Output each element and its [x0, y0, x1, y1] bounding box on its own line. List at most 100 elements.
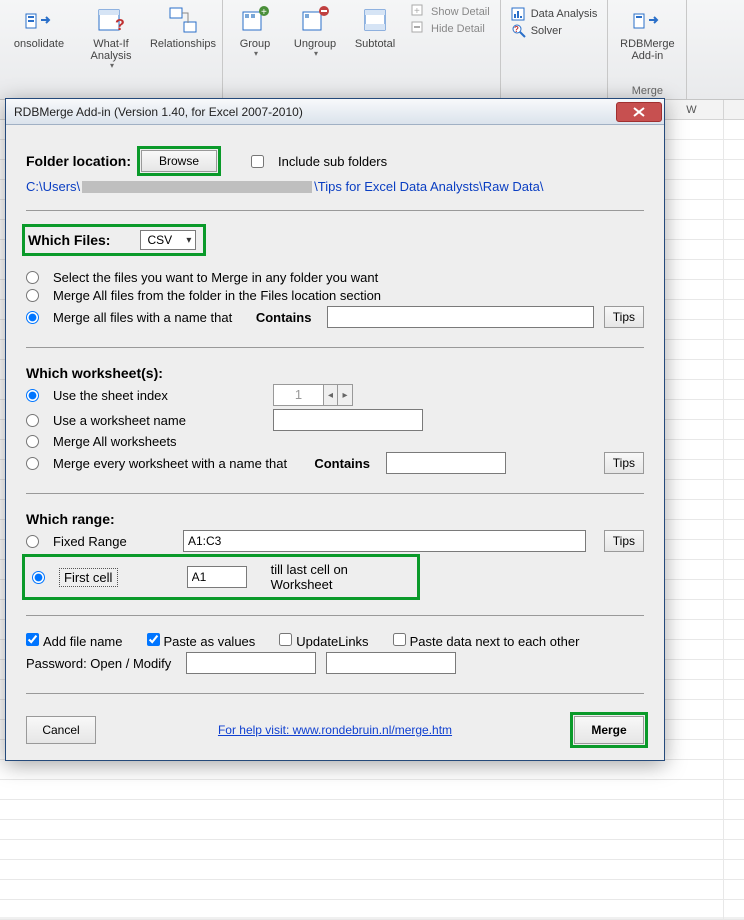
consolidate-button[interactable]: onsolidate [4, 2, 74, 52]
updatelinks-label: UpdateLinks [296, 634, 368, 649]
range-till-label: till last cell on Worksheet [271, 562, 410, 592]
titlebar[interactable]: RDBMerge Add-in (Version 1.40, for Excel… [6, 99, 664, 125]
range-firstcell-label: First cell [59, 568, 118, 587]
showdetail-label: Show Detail [431, 6, 490, 18]
ribbon-group-datatools: onsolidate ? What-If Analysis Relationsh… [0, 0, 223, 99]
dataanalysis-icon [511, 6, 527, 22]
minus-detail-icon [411, 21, 427, 37]
files-tips-button[interactable]: Tips [604, 306, 644, 328]
password-open-input[interactable] [186, 652, 316, 674]
group-icon: + [239, 4, 271, 36]
ws-contains-input[interactable] [386, 452, 506, 474]
consolidate-label: onsolidate [14, 38, 64, 50]
includesub-label: Include sub folders [278, 154, 387, 169]
files-contains-input[interactable] [327, 306, 593, 328]
dataanalysis-button[interactable]: Data Analysis [511, 6, 598, 22]
files-contains-label: Contains [256, 310, 312, 325]
solver-button[interactable]: ? Solver [511, 23, 598, 39]
stepper-left[interactable]: ◂ [324, 385, 338, 405]
group-label: Group [240, 38, 271, 50]
path-redacted [82, 181, 312, 193]
rdbmerge-icon [631, 4, 663, 36]
browse-button[interactable]: Browse [141, 150, 217, 172]
column-header-w[interactable]: W [660, 100, 724, 119]
addfile-checkbox[interactable] [26, 633, 39, 646]
range-radio-firstcell[interactable] [32, 571, 45, 584]
range-fixed-input[interactable] [183, 530, 586, 552]
dialog-title: RDBMerge Add-in (Version 1.40, for Excel… [14, 105, 616, 119]
updatelinks-checkbox[interactable] [279, 633, 292, 646]
ws-name-input[interactable] [273, 409, 423, 431]
hidedetail-button[interactable]: Hide Detail [411, 21, 490, 37]
help-link[interactable]: For help visit: www.rondebruin.nl/merge.… [218, 723, 452, 737]
ribbon-group-merge: RDBMerge Add-in Merge [608, 0, 687, 99]
ribbon-group-analysis: Data Analysis ? Solver [501, 0, 609, 99]
merge-group-label: Merge [632, 84, 663, 99]
ws-radio-all[interactable] [26, 435, 39, 448]
solver-icon: ? [511, 23, 527, 39]
path-prefix: C:\Users\ [26, 179, 80, 194]
subtotal-button[interactable]: Subtotal [347, 2, 403, 52]
sheet-index-value: 1 [274, 385, 324, 405]
cancel-button[interactable]: Cancel [26, 716, 96, 744]
whatif-button[interactable]: ? What-If Analysis [76, 2, 146, 73]
includesub-checkbox[interactable] [251, 155, 264, 168]
ws-radio-mergename[interactable] [26, 457, 39, 470]
showdetail-button[interactable]: + Show Detail [411, 4, 490, 20]
plus-detail-icon: + [411, 4, 427, 20]
pastevals-label: Paste as values [164, 634, 256, 649]
range-firstcell-input[interactable] [187, 566, 247, 588]
range-label: Which range: [26, 511, 115, 527]
close-button[interactable] [616, 102, 662, 122]
ungroup-icon [299, 4, 331, 36]
group-button[interactable]: + Group [227, 2, 283, 61]
svg-text:+: + [414, 6, 420, 17]
password-modify-input[interactable] [326, 652, 456, 674]
files-opt-all: Merge All files from the folder in the F… [53, 288, 381, 303]
files-radio-name[interactable] [26, 311, 39, 324]
password-label: Password: Open / Modify [26, 656, 176, 671]
rdbmerge-label: RDBMerge Add-in [620, 38, 674, 62]
ws-merge-name: Merge every worksheet with a name that [53, 456, 287, 471]
rdbmerge-dialog: RDBMerge Add-in (Version 1.40, for Excel… [5, 98, 665, 761]
ribbon-group-outline: + Group Ungroup Subtotal + Show Detail H… [223, 0, 501, 99]
ws-tips-button[interactable]: Tips [604, 452, 644, 474]
stepper-right[interactable]: ▸ [338, 385, 352, 405]
hidedetail-label: Hide Detail [431, 23, 485, 35]
sheet-index-stepper[interactable]: 1 ◂ ▸ [273, 384, 353, 406]
addfile-label: Add file name [43, 634, 123, 649]
relationships-label: Relationships [150, 38, 216, 50]
detail-stack: + Show Detail Hide Detail [405, 2, 496, 39]
range-radio-fixed[interactable] [26, 535, 39, 548]
subtotal-icon [359, 4, 391, 36]
subtotal-label: Subtotal [355, 38, 395, 50]
relationships-icon [167, 4, 199, 36]
files-radio-select[interactable] [26, 271, 39, 284]
pastenext-checkbox[interactable] [393, 633, 406, 646]
filetype-select[interactable]: CSV [140, 230, 196, 250]
ungroup-button[interactable]: Ungroup [285, 2, 345, 61]
ws-radio-index[interactable] [26, 389, 39, 402]
ungroup-label: Ungroup [294, 38, 336, 50]
svg-text:+: + [261, 7, 267, 18]
ws-contains-label: Contains [314, 456, 370, 471]
relationships-button[interactable]: Relationships [148, 2, 218, 52]
ribbon: onsolidate ? What-If Analysis Relationsh… [0, 0, 744, 100]
solver-label: Solver [531, 25, 562, 37]
dataanalysis-label: Data Analysis [531, 8, 598, 20]
ws-merge-all: Merge All worksheets [53, 434, 177, 449]
rdbmerge-button[interactable]: RDBMerge Add-in [612, 2, 682, 64]
whatif-label: What-If Analysis [91, 38, 132, 62]
range-tips-button[interactable]: Tips [604, 530, 644, 552]
ws-use-index: Use the sheet index [53, 388, 263, 403]
files-radio-all[interactable] [26, 289, 39, 302]
filetype-value: CSV [147, 233, 172, 247]
pastenext-label: Paste data next to each other [410, 634, 580, 649]
pastevals-checkbox[interactable] [147, 633, 160, 646]
files-opt-name: Merge all files with a name that [53, 310, 232, 325]
ws-radio-name[interactable] [26, 414, 39, 427]
svg-text:?: ? [514, 25, 519, 34]
ws-use-name: Use a worksheet name [53, 413, 263, 428]
merge-button[interactable]: Merge [574, 716, 644, 744]
consolidate-icon [23, 4, 55, 36]
